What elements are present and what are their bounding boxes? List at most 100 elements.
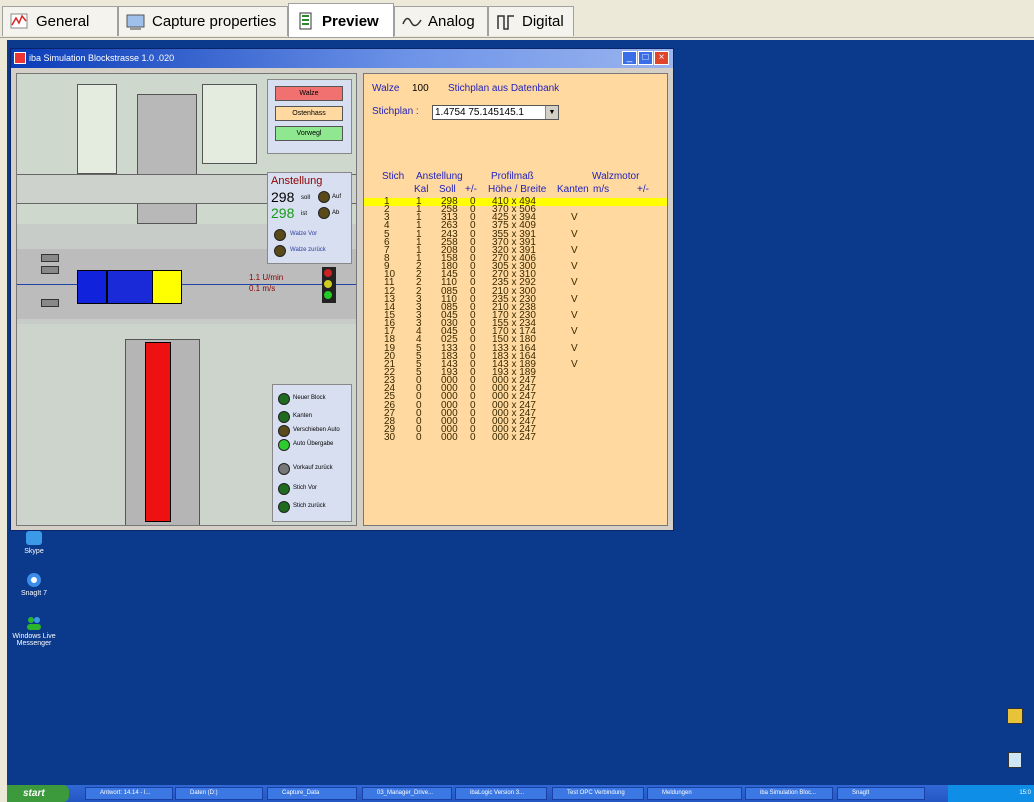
green-light-icon — [323, 290, 333, 300]
desktop-icon-snagit[interactable]: SnagIt 7 — [9, 572, 59, 597]
ist-label: ist — [301, 211, 307, 217]
control-panel: Neuer Block Kanten Verschieben Auto Auto… — [272, 384, 352, 522]
table-cell: V — [571, 212, 578, 224]
anstellung-panel: Anstellung 298 soll Auf 298 ist Ab Walze… — [267, 172, 352, 264]
taskbar-item[interactable]: SnagIt — [837, 787, 925, 800]
start-button[interactable]: start — [7, 785, 69, 802]
window-titlebar[interactable]: iba Simulation Blockstrasse 1.0 .020 _ □… — [11, 49, 673, 68]
taskbar-item[interactable]: Antwort: 14.14 - l... — [85, 787, 173, 800]
stand-housing-right — [202, 84, 257, 164]
blue-block — [77, 270, 107, 304]
taskbar-item[interactable]: Test OPC Verbindung — [552, 787, 644, 800]
stichplan-panel: Walze 100 Stichplan aus Datenbank Stichp… — [363, 73, 668, 526]
ab-label: Ab — [332, 210, 340, 216]
roll-speed: 1.1 U/min — [249, 273, 284, 282]
taskbar-item[interactable]: iba Simulation Bloc... — [745, 787, 833, 800]
red-block — [145, 342, 171, 522]
taskbar-item[interactable]: ibaLogic Version 3... — [455, 787, 547, 800]
desktop-icon-skype[interactable]: Skype — [9, 530, 59, 555]
taskbar-item[interactable]: Daten (D:) — [175, 787, 263, 800]
vorkauf-lamp[interactable] — [278, 463, 290, 475]
stand-column — [137, 94, 197, 224]
taskbar-item[interactable]: Capture_Data — [267, 787, 357, 800]
taskbar-item[interactable]: 03_Manager_Drive... — [362, 787, 452, 800]
table-cell: V — [571, 326, 578, 338]
table-cell: V — [571, 277, 578, 289]
clock: 15:0 — [1019, 790, 1031, 796]
taskbar-item[interactable]: Meldungen — [647, 787, 742, 800]
tab-label: Analog — [428, 13, 475, 30]
tab-capture-properties[interactable]: Capture properties — [118, 6, 288, 36]
desktop-icon-messenger[interactable]: Windows Live Messenger — [9, 615, 59, 647]
stich-zurueck-label: Stich zurück — [293, 503, 326, 509]
dropdown-value: 1.4754 75.145145.1 — [435, 107, 524, 118]
yellow-light-icon — [323, 279, 333, 289]
vorwegl-button[interactable]: Vorwegl — [275, 126, 343, 141]
col-soll: Soll — [439, 184, 456, 195]
stichplan-dropdown-label: Stichplan : — [372, 106, 419, 117]
desktop: iba Simulation Blockstrasse 1.0 .020 _ □… — [7, 40, 1034, 802]
guide — [41, 299, 59, 307]
table-cell: V — [571, 358, 578, 370]
stich-vor-lamp[interactable] — [278, 483, 290, 495]
auto-uebergabe-lamp[interactable] — [278, 439, 290, 451]
col-profilmass: Profilmaß — [491, 171, 534, 182]
table-cell: 000 x 247 — [492, 432, 536, 444]
tab-digital[interactable]: Digital — [488, 6, 574, 36]
table-cell: V — [571, 309, 578, 321]
mill-visualization: 1.1 U/min 0.1 m/s Walze Ostenhass Vorweg… — [16, 73, 357, 526]
tab-analog[interactable]: Analog — [394, 6, 488, 36]
verschieben-auto-lamp[interactable] — [278, 425, 290, 437]
snagit-icon — [25, 572, 43, 588]
close-button[interactable]: × — [654, 51, 669, 65]
table-row: 30 0 000 0 000 x 247 — [364, 432, 667, 444]
soll-label: soll — [301, 195, 311, 201]
pass-line — [17, 284, 356, 285]
tab-preview[interactable]: Preview — [288, 3, 394, 38]
digital-icon — [495, 12, 517, 32]
col-hoehe-breite: Höhe / Breite — [488, 184, 547, 195]
chevron-down-icon[interactable]: ▼ — [545, 106, 558, 119]
blue-block-2 — [107, 270, 157, 304]
table-cell: V — [571, 228, 578, 240]
stich-zurueck-lamp[interactable] — [278, 501, 290, 513]
tab-label: Digital — [522, 13, 564, 30]
col-stich: Stich — [382, 171, 405, 182]
walze-vor-lamp[interactable] — [274, 229, 286, 241]
walze-vor-label: Walze Vor — [290, 231, 318, 237]
tab-general[interactable]: General — [2, 6, 118, 36]
auf-lamp[interactable] — [318, 191, 330, 203]
vorkauf-label: Vorkauf zurück — [293, 465, 333, 471]
tray-app-icon[interactable] — [1007, 708, 1023, 724]
desktop-icon-label: SnagIt 7 — [20, 590, 48, 597]
soll-value: 298 — [271, 189, 295, 205]
table-cell: 30 — [384, 432, 396, 444]
yellow-block — [152, 270, 182, 304]
col-anstellung: Anstellung — [416, 171, 463, 182]
ostenhass-button[interactable]: Ostenhass — [275, 106, 343, 121]
skype-icon — [25, 530, 43, 546]
ab-lamp[interactable] — [318, 207, 330, 219]
general-icon — [9, 12, 31, 32]
minimize-button[interactable]: _ — [622, 51, 637, 65]
recycle-bin-icon[interactable] — [1008, 752, 1022, 768]
walze-zurueck-label: Walze zurück — [290, 247, 326, 253]
walze-zurueck-lamp[interactable] — [274, 245, 286, 257]
table-cell: V — [571, 293, 578, 305]
tab-strip: General Capture properties Preview Analo… — [0, 0, 1034, 38]
ist-value: 298 — [271, 205, 295, 221]
stichplan-dropdown[interactable]: 1.4754 75.145145.1 ▼ — [432, 105, 559, 120]
neuer-block-lamp[interactable] — [278, 393, 290, 405]
col-kal: Kal — [414, 184, 429, 195]
guide — [41, 266, 59, 274]
col-plusminus: +/- — [465, 184, 477, 195]
system-tray: 15:0 — [948, 785, 1034, 802]
traffic-light — [322, 267, 336, 303]
tab-label: Capture properties — [152, 13, 277, 30]
maximize-button[interactable]: □ — [638, 51, 653, 65]
kanten-label: Kanten — [293, 413, 313, 419]
stich-vor-label: Stich Vor — [293, 485, 318, 491]
verschieben-auto-label: Verschieben Auto — [293, 427, 340, 433]
kanten-lamp[interactable] — [278, 411, 290, 423]
walze-button[interactable]: Walze — [275, 86, 343, 101]
